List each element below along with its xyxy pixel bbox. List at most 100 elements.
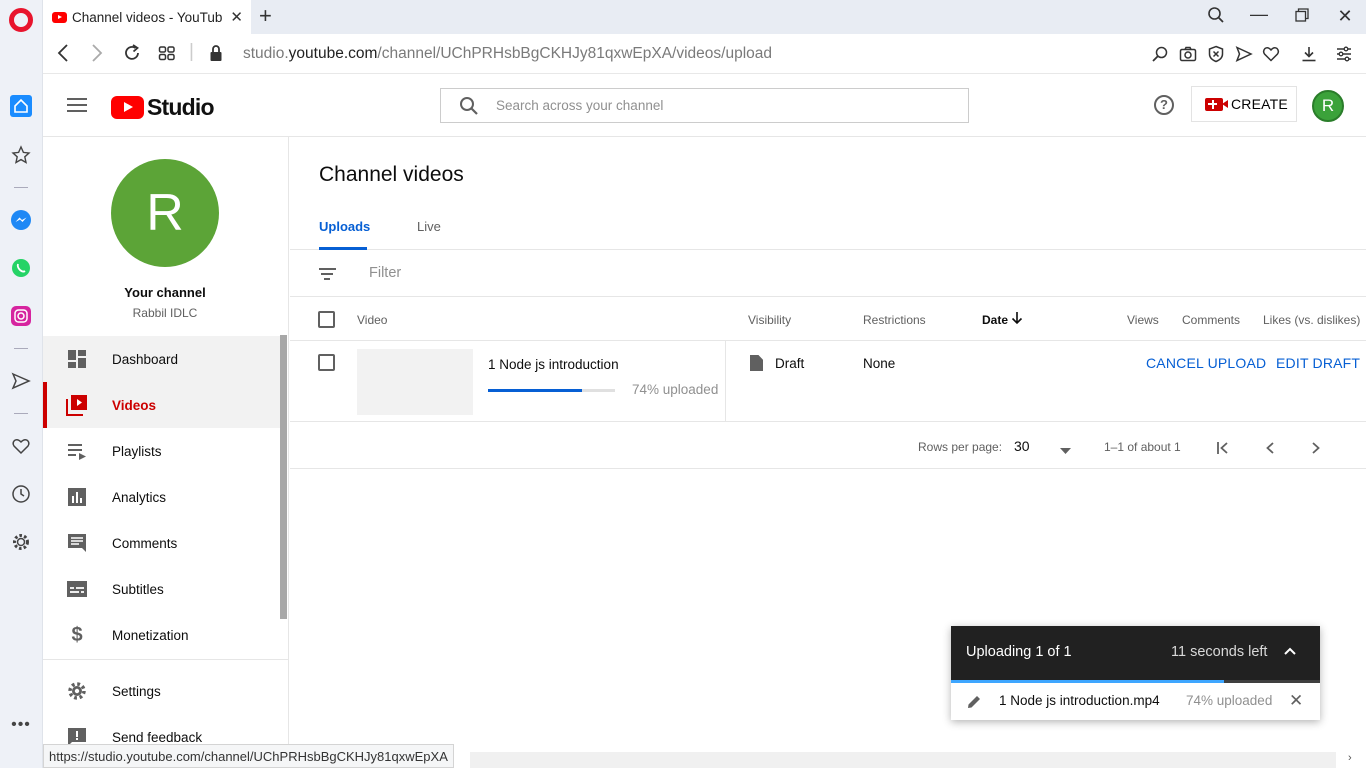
select-all-checkbox[interactable] [318, 311, 335, 328]
sidebar-scrollbar[interactable] [280, 335, 287, 619]
menu-icon[interactable] [67, 98, 87, 112]
column-visibility: Visibility [748, 313, 792, 327]
sidebar-separator [14, 187, 28, 188]
search-icon [441, 96, 496, 116]
easy-setup-icon[interactable] [1334, 44, 1354, 64]
home-icon[interactable] [10, 95, 32, 117]
new-tab-icon[interactable]: + [259, 5, 272, 27]
star-icon[interactable] [10, 144, 32, 166]
previous-page-icon[interactable] [1265, 440, 1275, 460]
tab-strip: Channel videos - YouTube ✕ + — ✕ [43, 0, 1366, 34]
browser-tab[interactable]: Channel videos - YouTube ✕ [43, 0, 251, 34]
separator: | [189, 41, 194, 62]
visibility-value: Draft [775, 356, 805, 371]
studio-logo[interactable]: Studio [111, 94, 215, 121]
tiles-icon[interactable] [158, 43, 176, 69]
filter-bar[interactable]: Filter [290, 250, 1366, 297]
sidebar-item-label: Subtitles [112, 581, 164, 597]
url-field[interactable]: studio.youtube.com/channel/UChPRHsbBgCKH… [243, 45, 772, 63]
adblock-shield-icon[interactable] [1206, 44, 1226, 64]
sidebar-item-analytics[interactable]: Analytics [43, 474, 280, 520]
youtube-favicon-icon [52, 11, 67, 23]
instagram-icon[interactable] [10, 305, 32, 327]
search-box[interactable] [440, 88, 969, 123]
tab-live[interactable]: Live [417, 219, 441, 234]
search-page-icon[interactable] [1150, 44, 1170, 64]
edit-draft-button[interactable]: EDIT DRAFT [1276, 355, 1360, 371]
channel-avatar[interactable]: R [111, 159, 219, 267]
cancel-upload-button[interactable]: CANCEL UPLOAD [1146, 355, 1266, 371]
column-comments: Comments [1182, 313, 1241, 327]
sidebar-item-videos[interactable]: Videos [43, 382, 280, 428]
tab-uploads[interactable]: Uploads [319, 219, 370, 234]
upload-file-name: 1 Node js introduction.mp4 [999, 693, 1160, 708]
dropdown-arrow-icon[interactable] [1060, 443, 1071, 457]
whatsapp-icon[interactable] [10, 257, 32, 279]
filter-icon[interactable] [319, 268, 336, 280]
create-label: CREATE [1231, 96, 1288, 112]
download-icon[interactable] [1299, 44, 1319, 64]
your-channel-label: Your channel [124, 285, 206, 300]
create-button[interactable]: CREATE [1191, 86, 1297, 122]
back-icon[interactable] [57, 43, 69, 69]
pencil-icon[interactable] [966, 694, 982, 715]
settings-gear-icon[interactable] [10, 531, 32, 553]
gear-icon [66, 680, 88, 702]
more-icon[interactable]: ••• [10, 714, 32, 736]
close-window-icon[interactable]: ✕ [1333, 6, 1357, 27]
sidebar-item-playlists[interactable]: Playlists [43, 428, 280, 474]
account-avatar[interactable]: R [1312, 90, 1344, 122]
search-tabs-icon[interactable] [1204, 6, 1228, 29]
next-page-icon[interactable] [1311, 440, 1321, 460]
comments-icon [66, 532, 88, 554]
sidebar-separator [14, 348, 28, 349]
column-views: Views [1127, 313, 1159, 327]
sidebar-item-label: Dashboard [112, 351, 179, 367]
minimize-icon[interactable]: — [1247, 4, 1271, 25]
help-icon[interactable]: ? [1154, 95, 1174, 115]
video-title[interactable]: 1 Node js introduction [488, 357, 619, 372]
messenger-icon[interactable] [10, 209, 32, 231]
studio-header: Studio ? CREATE R [43, 74, 1366, 137]
content-tabs: Uploads Live [290, 207, 1366, 250]
close-icon[interactable]: ✕ [1289, 691, 1303, 711]
videos-icon [66, 394, 88, 416]
logo-text: Studio [147, 94, 215, 120]
search-input[interactable] [496, 98, 968, 113]
forward-icon[interactable] [91, 43, 103, 69]
lock-icon[interactable] [209, 43, 223, 69]
history-icon[interactable] [10, 483, 32, 505]
sidebar-item-settings[interactable]: Settings [43, 668, 280, 714]
create-video-icon [1205, 97, 1228, 111]
horizontal-scrollbar[interactable] [470, 752, 1336, 768]
reload-icon[interactable] [123, 43, 141, 69]
chevron-up-icon[interactable] [1284, 642, 1296, 659]
upload-progress-bar [488, 389, 615, 392]
sidebar-item-monetization[interactable]: $ Monetization [43, 612, 280, 658]
sidebar-item-label: Videos [112, 397, 157, 413]
sidebar-item-dashboard[interactable]: Dashboard [43, 336, 280, 382]
send-icon[interactable] [10, 370, 32, 392]
upload-time-left: 11 seconds left [1171, 644, 1268, 660]
close-tab-icon[interactable]: ✕ [230, 8, 243, 26]
sort-down-arrow-icon[interactable] [1011, 311, 1023, 328]
share-send-icon[interactable] [1234, 44, 1254, 64]
sidebar-item-label: Comments [112, 535, 178, 551]
filter-input[interactable]: Filter [369, 265, 401, 281]
scroll-right-arrow-icon[interactable]: › [1348, 752, 1352, 764]
video-thumbnail[interactable] [357, 349, 473, 415]
upload-toast-header[interactable]: Uploading 1 of 1 11 seconds left [951, 626, 1320, 680]
upload-progress-text: 74% uploaded [632, 382, 719, 397]
row-checkbox[interactable] [318, 354, 335, 371]
opera-logo-icon[interactable] [9, 8, 33, 32]
rows-per-page-select[interactable]: 30 [1014, 438, 1030, 454]
column-date[interactable]: Date [982, 313, 1008, 327]
sidebar-item-comments[interactable]: Comments [43, 520, 280, 566]
snapshot-icon[interactable] [1178, 44, 1198, 64]
bookmark-heart-icon[interactable] [1261, 44, 1281, 64]
status-bar-url: https://studio.youtube.com/channel/UChPR… [43, 744, 454, 768]
heart-icon[interactable] [10, 435, 32, 457]
first-page-icon[interactable] [1216, 440, 1230, 460]
sidebar-item-subtitles[interactable]: Subtitles [43, 566, 280, 612]
restore-icon[interactable] [1290, 6, 1314, 27]
